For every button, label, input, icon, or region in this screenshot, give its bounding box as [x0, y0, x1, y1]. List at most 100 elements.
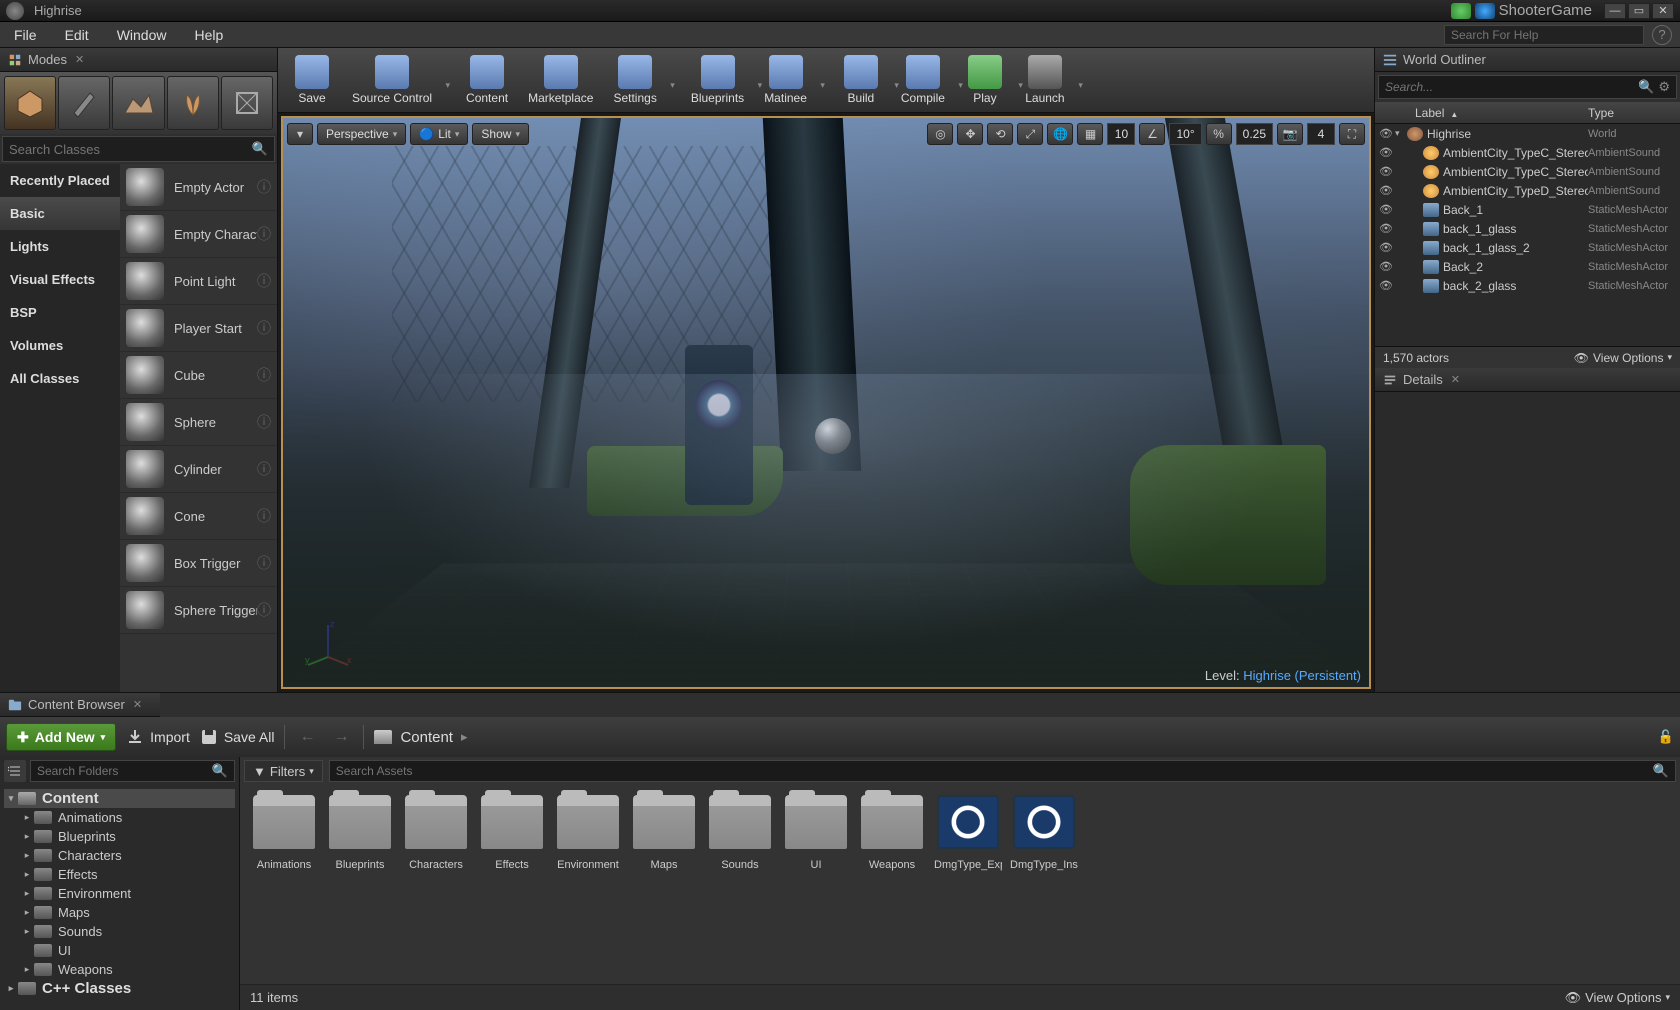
- toolbar-matinee-button[interactable]: Matinee▾: [754, 50, 817, 110]
- viewport-lit-button[interactable]: 🔵Lit▾: [410, 123, 468, 145]
- expand-icon[interactable]: ▾: [4, 793, 18, 804]
- camera-speed-icon[interactable]: 📷: [1277, 123, 1303, 145]
- lock-icon[interactable]: 🔓: [1658, 729, 1674, 745]
- visibility-icon[interactable]: 👁: [1379, 146, 1395, 159]
- tree-item[interactable]: UI: [4, 941, 235, 960]
- category-lights[interactable]: Lights: [0, 230, 120, 263]
- outliner-row[interactable]: 👁back_1_glass_2StaticMeshActor: [1375, 238, 1680, 257]
- transform-scale-icon[interactable]: ⤢: [1017, 123, 1043, 145]
- level-name-link[interactable]: Highrise (Persistent): [1243, 668, 1361, 683]
- mode-geometry-button[interactable]: [221, 76, 273, 130]
- toolbar-marketplace-button[interactable]: Marketplace: [518, 50, 603, 110]
- asset-item[interactable]: UI: [780, 793, 852, 874]
- asset-item[interactable]: DmgType_Instant: [1008, 793, 1080, 874]
- grid-snap-toggle-icon[interactable]: ▦: [1077, 123, 1103, 145]
- modes-tab-close-icon[interactable]: ✕: [75, 53, 84, 66]
- placeable-item[interactable]: Player Startⓘ: [120, 305, 277, 352]
- expand-icon[interactable]: ▸: [20, 812, 34, 823]
- expand-icon[interactable]: ▸: [4, 983, 18, 994]
- placeable-item[interactable]: Box Triggerⓘ: [120, 540, 277, 587]
- viewport-perspective-button[interactable]: Perspective▾: [317, 123, 406, 145]
- toolbar-play-button[interactable]: Play▾: [955, 50, 1015, 110]
- outliner-tab[interactable]: World Outliner: [1375, 48, 1680, 72]
- category-visual-effects[interactable]: Visual Effects: [0, 263, 120, 296]
- info-icon[interactable]: ⓘ: [257, 224, 271, 244]
- info-icon[interactable]: ⓘ: [257, 177, 271, 197]
- visibility-icon[interactable]: 👁: [1379, 165, 1395, 178]
- transform-select-icon[interactable]: ◎: [927, 123, 953, 145]
- toolbar-settings-button[interactable]: Settings▾: [603, 50, 666, 110]
- notification-badge-icon[interactable]: [1451, 3, 1471, 19]
- sources-toggle-button[interactable]: [4, 760, 26, 782]
- toolbar-compile-button[interactable]: Compile▾: [891, 50, 955, 110]
- outliner-row[interactable]: 👁back_1_glassStaticMeshActor: [1375, 219, 1680, 238]
- placeable-item[interactable]: Cubeⓘ: [120, 352, 277, 399]
- tree-item[interactable]: ▸Weapons: [4, 960, 235, 979]
- camera-speed-value[interactable]: 4: [1307, 123, 1335, 145]
- category-recently-placed[interactable]: Recently Placed: [0, 164, 120, 197]
- visibility-icon[interactable]: 👁: [1379, 279, 1395, 292]
- folder-search[interactable]: 🔍: [30, 760, 235, 782]
- visibility-icon[interactable]: 👁: [1379, 241, 1395, 254]
- chevron-down-icon[interactable]: ▾: [670, 80, 675, 91]
- angle-snap-value[interactable]: 10°: [1169, 123, 1201, 145]
- info-icon[interactable]: ⓘ: [257, 271, 271, 291]
- angle-snap-toggle-icon[interactable]: ∠: [1139, 123, 1165, 145]
- placeable-item[interactable]: Sphereⓘ: [120, 399, 277, 446]
- grid-snap-value[interactable]: 10: [1107, 123, 1135, 145]
- asset-item[interactable]: Characters: [400, 793, 472, 874]
- tree-item[interactable]: ▸C++ Classes: [4, 979, 235, 998]
- expand-icon[interactable]: ▸: [20, 869, 34, 880]
- category-bsp[interactable]: BSP: [0, 296, 120, 329]
- tree-item[interactable]: ▾Content: [4, 789, 235, 808]
- info-icon[interactable]: ⓘ: [257, 506, 271, 526]
- expand-icon[interactable]: ▸: [20, 888, 34, 899]
- mode-landscape-button[interactable]: [112, 76, 164, 130]
- help-icon[interactable]: ?: [1652, 25, 1672, 45]
- menu-help[interactable]: Help: [180, 23, 237, 47]
- category-volumes[interactable]: Volumes: [0, 329, 120, 362]
- category-all-classes[interactable]: All Classes: [0, 362, 120, 395]
- scale-snap-toggle-icon[interactable]: %: [1206, 123, 1232, 145]
- outliner-row[interactable]: 👁AmbientCity_TypeC_Stereo_2AmbientSound: [1375, 162, 1680, 181]
- placeable-item[interactable]: Empty Characterⓘ: [120, 211, 277, 258]
- expand-icon[interactable]: ▸: [20, 964, 34, 975]
- nav-back-button[interactable]: ←: [295, 728, 319, 746]
- placeable-item[interactable]: Coneⓘ: [120, 493, 277, 540]
- expand-icon[interactable]: ▸: [20, 850, 34, 861]
- outliner-col-type[interactable]: Type: [1588, 106, 1680, 120]
- asset-item[interactable]: Blueprints: [324, 793, 396, 874]
- info-icon[interactable]: ⓘ: [257, 318, 271, 338]
- outliner-search-input[interactable]: [1385, 80, 1638, 94]
- tree-item[interactable]: ▸Maps: [4, 903, 235, 922]
- tree-item[interactable]: ▸Effects: [4, 865, 235, 884]
- outliner-row[interactable]: 👁back_2_glassStaticMeshActor: [1375, 276, 1680, 295]
- viewport-maximize-icon[interactable]: ⛶: [1339, 123, 1365, 145]
- asset-item[interactable]: Effects: [476, 793, 548, 874]
- asset-item[interactable]: Maps: [628, 793, 700, 874]
- mode-paint-button[interactable]: [58, 76, 110, 130]
- expand-icon[interactable]: ▾: [1395, 128, 1407, 139]
- content-view-options[interactable]: 👁 View Options▾: [1565, 990, 1670, 1006]
- add-new-button[interactable]: ✚ Add New ▾: [6, 723, 116, 751]
- outliner-view-options[interactable]: 👁 View Options▾: [1574, 351, 1672, 365]
- outliner-header[interactable]: Label▲ Type: [1375, 102, 1680, 124]
- outliner-search[interactable]: 🔍 ⚙: [1378, 75, 1677, 99]
- visibility-icon[interactable]: 👁: [1379, 203, 1395, 216]
- filters-button[interactable]: ▼ Filters ▾: [244, 760, 323, 782]
- outliner-row[interactable]: 👁▾HighriseWorld: [1375, 124, 1680, 143]
- content-browser-tab[interactable]: Content Browser ✕: [0, 693, 160, 717]
- info-icon[interactable]: ⓘ: [257, 600, 271, 620]
- asset-item[interactable]: Sounds: [704, 793, 776, 874]
- outliner-row[interactable]: 👁Back_2StaticMeshActor: [1375, 257, 1680, 276]
- scale-snap-value[interactable]: 0.25: [1236, 123, 1273, 145]
- toolbar-build-button[interactable]: Build▾: [831, 50, 891, 110]
- visibility-icon[interactable]: 👁: [1379, 260, 1395, 273]
- tree-item[interactable]: ▸Animations: [4, 808, 235, 827]
- visibility-icon[interactable]: 👁: [1379, 222, 1395, 235]
- nav-forward-button[interactable]: →: [329, 728, 353, 746]
- asset-item[interactable]: DmgType_Explosion: [932, 793, 1004, 874]
- modes-search-input[interactable]: [9, 142, 252, 157]
- placeable-item[interactable]: Cylinderⓘ: [120, 446, 277, 493]
- import-button[interactable]: Import: [126, 728, 190, 746]
